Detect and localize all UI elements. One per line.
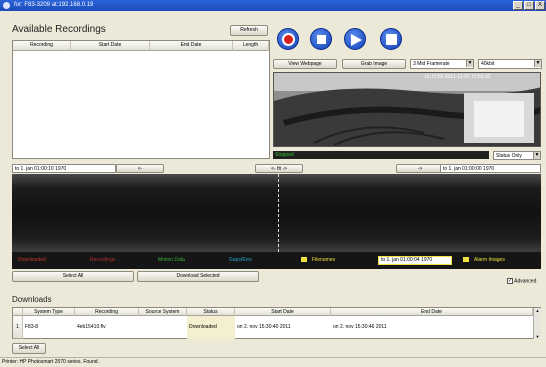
save-icon [386, 34, 397, 45]
bitrate-select[interactable]: 40kbit ▼ [478, 59, 542, 69]
table-row[interactable]: 1 F83-8 4eb15410.flv Downloaded on 2. no… [13, 316, 533, 339]
column-header-recording[interactable]: Recording [75, 308, 139, 316]
cell-recording: 4eb15410.flv [77, 324, 106, 330]
video-overlay-text: 16:10:59 2011-11-03 10:53:32 [424, 74, 491, 80]
column-header-end-date[interactable]: End Date [150, 41, 233, 51]
select-all-downloads-button[interactable]: Select All [12, 343, 46, 354]
checkbox-icon[interactable]: ✓ [507, 278, 513, 284]
advanced-toggle[interactable]: ✓ Advanced [507, 278, 536, 285]
video-preview[interactable]: 16:10:59 2011-11-03 10:53:32 [273, 72, 541, 147]
row-index-header [13, 308, 23, 316]
timeline-back-button[interactable]: <- [116, 164, 164, 173]
camera-image [274, 73, 540, 146]
video-status: Stopped [273, 151, 489, 159]
app-icon [3, 2, 10, 9]
play-button[interactable] [344, 28, 366, 50]
column-header-end-date[interactable]: End Date [331, 308, 533, 316]
column-header-length[interactable]: Length [233, 41, 269, 51]
select-all-recordings-button[interactable]: Select All [12, 271, 134, 282]
legend-recordings: Recordings [90, 257, 116, 263]
window-title: for: F83-3209 at:192.168.0.19 [14, 2, 94, 8]
stop-icon [317, 35, 326, 44]
grab-image-button[interactable]: Grab Image [342, 59, 406, 69]
chevron-down-icon: ▼ [533, 152, 540, 159]
legend-gaps: Gaps/Erro [229, 257, 252, 263]
column-header-start-date[interactable]: Start Date [71, 41, 150, 51]
close-button[interactable]: X [535, 1, 545, 10]
download-selected-button[interactable]: Download Selected [137, 271, 259, 282]
save-button[interactable] [380, 28, 402, 50]
timeline-from-field[interactable]: to 1. jan 01:00:10 1970 [12, 164, 116, 173]
legend-bar: Downloaded Recordings Motion Data Gaps/E… [12, 252, 541, 269]
status-filter-value: Status Only [496, 153, 522, 159]
timeline-cursor[interactable] [278, 174, 279, 252]
cell-status: Downloaded [189, 324, 217, 330]
advanced-label: Advanced [514, 278, 537, 285]
column-header-start-date[interactable]: Start Date [235, 308, 331, 316]
window-titlebar: for: F83-3209 at:192.168.0.19 _ □ X [0, 0, 546, 11]
view-webpage-button[interactable]: View Webpage [273, 59, 337, 69]
downloads-scrollbar[interactable]: ▲ ▼ [533, 308, 541, 339]
framerate-value: 3 Mid Framerate [413, 61, 450, 67]
legend-motion-data: Motion Data [158, 257, 185, 263]
column-header-system-type[interactable]: System Type [23, 308, 75, 316]
refresh-button[interactable]: Refresh [230, 25, 268, 36]
current-time-readout: to 1. jan 01:00:04 1970 [378, 256, 452, 265]
recordings-heading: Available Recordings [12, 24, 106, 35]
column-header-status[interactable]: Status [187, 308, 235, 316]
downloads-heading: Downloads [12, 295, 52, 304]
record-icon [282, 33, 295, 46]
timeline-to-field[interactable]: to 1. jan 01:00:00 1970 [440, 164, 541, 173]
timeline-fit-button[interactable]: <- fit -> [255, 164, 303, 173]
record-button[interactable] [277, 28, 299, 50]
downloads-table[interactable]: System Type Recording Source System Stat… [12, 307, 541, 339]
status-bar: Printer: HP Photosmart 2570 series. Foun… [0, 357, 546, 367]
cell-start-date: on 2. nov 15:30:40 2011 [237, 324, 291, 330]
column-header-source-system[interactable]: Source System [139, 308, 187, 316]
cell-end-date: on 2. nov 15:30:46 2011 [333, 324, 387, 330]
filenames-swatch [301, 257, 307, 263]
scroll-up-icon[interactable]: ▲ [534, 308, 541, 313]
play-icon [351, 34, 362, 46]
minimize-button[interactable]: _ [513, 1, 523, 10]
legend-alarm-images: Alarm Images [463, 257, 505, 264]
scroll-down-icon[interactable]: ▼ [534, 334, 541, 339]
maximize-button[interactable]: □ [524, 1, 534, 10]
chevron-down-icon: ▼ [466, 60, 473, 67]
legend-downloaded: Downloaded [18, 257, 46, 263]
legend-filenames: Filenames [301, 257, 335, 264]
chevron-down-icon: ▼ [534, 60, 541, 67]
stop-button[interactable] [310, 28, 332, 50]
row-index: 1 [13, 316, 23, 339]
timeline-forward-button[interactable]: -> [396, 164, 444, 173]
cell-system-type: F83-8 [25, 324, 39, 330]
column-header-recording[interactable]: Recording [13, 41, 71, 51]
recordings-list[interactable]: Recording Start Date End Date Length [12, 40, 270, 159]
bitrate-value: 40kbit [481, 61, 495, 67]
status-filter-select[interactable]: Status Only ▼ [493, 151, 541, 160]
framerate-select[interactable]: 3 Mid Framerate ▼ [410, 59, 474, 69]
timeline-canvas[interactable] [12, 174, 541, 252]
alarm-swatch [463, 257, 469, 263]
